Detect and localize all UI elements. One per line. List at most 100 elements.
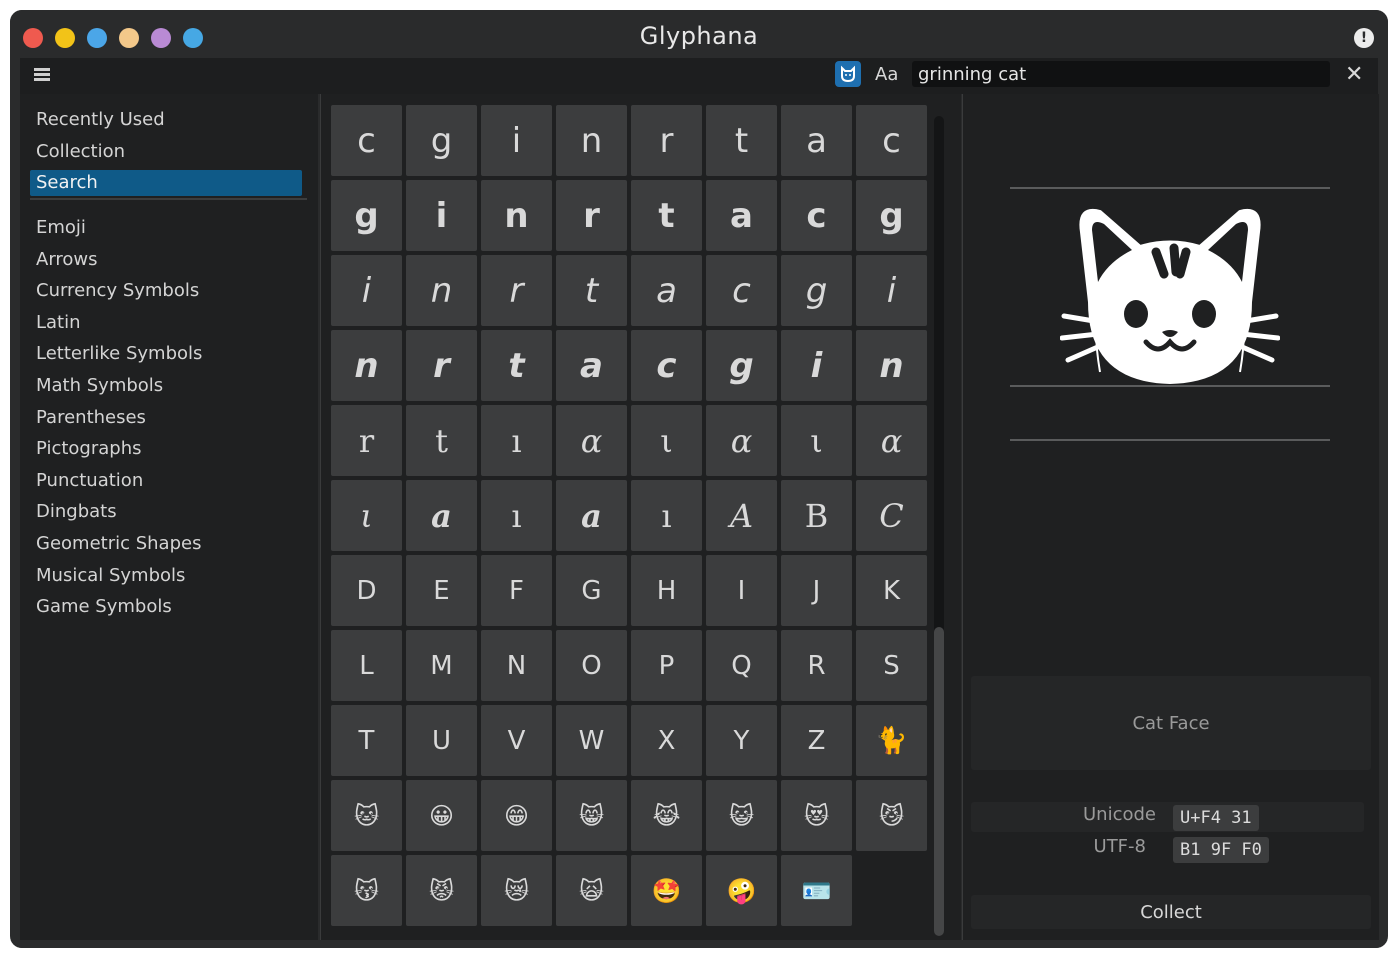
glyph-cell[interactable]: a <box>556 480 627 551</box>
glyph-cell[interactable]: c <box>856 105 927 176</box>
sidebar-item-collection[interactable]: Collection <box>30 139 302 165</box>
sidebar-item-math-symbols[interactable]: Math Symbols <box>30 373 302 399</box>
glyph-cell[interactable]: c <box>631 330 702 401</box>
glyph-cell[interactable]: V <box>481 705 552 776</box>
glyph-cell[interactable]: R <box>781 630 852 701</box>
glyph-cell[interactable]: i <box>331 255 402 326</box>
glyph-cell[interactable]: n <box>331 330 402 401</box>
sidebar-item-recently-used[interactable]: Recently Used <box>30 107 302 133</box>
sidebar-item-game-symbols[interactable]: Game Symbols <box>30 594 302 620</box>
glyph-cell[interactable]: L <box>331 630 402 701</box>
glyph-cell[interactable]: G <box>556 555 627 626</box>
sidebar-item-punctuation[interactable]: Punctuation <box>30 468 302 494</box>
glyph-cell[interactable]: J <box>781 555 852 626</box>
glyph-cell[interactable]: 😻 <box>781 780 852 851</box>
glyph-cell[interactable]: W <box>556 705 627 776</box>
sidebar-item-dingbats[interactable]: Dingbats <box>30 499 302 525</box>
glyph-cell[interactable]: 🐈 <box>856 705 927 776</box>
glyph-cell[interactable]: n <box>856 330 927 401</box>
glyph-cell[interactable]: r <box>331 405 402 476</box>
glyph-cell[interactable]: n <box>406 255 477 326</box>
search-input[interactable] <box>912 61 1330 87</box>
glyph-cell[interactable]: 😿 <box>481 855 552 926</box>
glyph-cell[interactable]: D <box>331 555 402 626</box>
glyph-cell[interactable]: B <box>781 480 852 551</box>
clear-search-icon[interactable]: ✕ <box>1345 62 1363 87</box>
glyph-cell[interactable]: n <box>481 180 552 251</box>
glyph-cell[interactable]: 😽 <box>331 855 402 926</box>
emoji-toggle-button[interactable] <box>835 61 861 87</box>
glyph-cell[interactable]: N <box>481 630 552 701</box>
utf8-value[interactable]: B1 9F F0 <box>1173 837 1269 863</box>
glyph-cell[interactable]: α <box>856 405 927 476</box>
glyph-cell[interactable]: C <box>856 480 927 551</box>
glyph-cell[interactable]: n <box>556 105 627 176</box>
scrollbar-thumb[interactable] <box>934 627 944 936</box>
glyph-cell[interactable]: c <box>331 105 402 176</box>
glyph-cell[interactable]: O <box>556 630 627 701</box>
glyph-cell[interactable]: i <box>481 105 552 176</box>
sidebar-item-musical-symbols[interactable]: Musical Symbols <box>30 563 302 589</box>
glyph-cell[interactable]: g <box>706 330 777 401</box>
glyph-cell[interactable]: K <box>856 555 927 626</box>
glyph-cell[interactable]: E <box>406 555 477 626</box>
glyph-cell[interactable]: 😸 <box>556 780 627 851</box>
glyph-cell[interactable]: ι <box>331 480 402 551</box>
glyph-cell[interactable]: t <box>556 255 627 326</box>
glyph-cell[interactable]: c <box>706 255 777 326</box>
glyph-cell[interactable]: a <box>556 330 627 401</box>
glyph-cell[interactable]: Q <box>706 630 777 701</box>
glyph-cell[interactable]: F <box>481 555 552 626</box>
menu-icon[interactable] <box>34 68 50 82</box>
glyph-cell[interactable]: 😀 <box>406 780 477 851</box>
unicode-value[interactable]: U+F4 31 <box>1173 805 1259 831</box>
glyph-cell[interactable]: i <box>856 255 927 326</box>
glyph-cell[interactable]: X <box>631 705 702 776</box>
glyph-cell[interactable]: I <box>706 555 777 626</box>
glyph-cell[interactable]: S <box>856 630 927 701</box>
glyph-cell[interactable]: ı <box>631 480 702 551</box>
glyph-cell[interactable]: ι <box>631 405 702 476</box>
glyph-cell[interactable]: a <box>631 255 702 326</box>
sidebar-item-geometric-shapes[interactable]: Geometric Shapes <box>30 531 302 557</box>
font-toggle-button[interactable]: Aa <box>875 64 898 85</box>
glyph-cell[interactable]: c <box>781 180 852 251</box>
glyph-cell[interactable]: 😼 <box>856 780 927 851</box>
sidebar-item-emoji[interactable]: Emoji <box>30 215 302 241</box>
sidebar-item-letterlike-symbols[interactable]: Letterlike Symbols <box>30 341 302 367</box>
glyph-cell[interactable]: 🪪 <box>781 855 852 926</box>
glyph-cell[interactable]: ı <box>481 480 552 551</box>
glyph-cell[interactable]: 😾 <box>406 855 477 926</box>
sidebar-item-parentheses[interactable]: Parentheses <box>30 405 302 431</box>
glyph-cell[interactable]: ι <box>781 405 852 476</box>
glyph-cell[interactable]: a <box>781 105 852 176</box>
glyph-cell[interactable]: a <box>706 180 777 251</box>
glyph-cell[interactable]: 😹 <box>631 780 702 851</box>
glyph-cell[interactable]: t <box>406 405 477 476</box>
glyph-cell[interactable]: 🤩 <box>631 855 702 926</box>
glyph-cell[interactable]: U <box>406 705 477 776</box>
sidebar-item-arrows[interactable]: Arrows <box>30 247 302 273</box>
glyph-cell[interactable]: g <box>331 180 402 251</box>
glyph-cell[interactable]: t <box>481 330 552 401</box>
sidebar-item-search[interactable]: Search <box>30 170 302 196</box>
sidebar-item-pictographs[interactable]: Pictographs <box>30 436 302 462</box>
glyph-cell[interactable]: t <box>631 180 702 251</box>
glyph-cell[interactable]: 😁 <box>481 780 552 851</box>
glyph-cell[interactable]: 🤪 <box>706 855 777 926</box>
glyph-cell[interactable]: Y <box>706 705 777 776</box>
glyph-cell[interactable]: g <box>856 180 927 251</box>
glyph-cell[interactable]: A <box>706 480 777 551</box>
glyph-cell[interactable]: g <box>406 105 477 176</box>
glyph-cell[interactable]: ı <box>481 405 552 476</box>
sidebar-item-currency-symbols[interactable]: Currency Symbols <box>30 278 302 304</box>
glyph-cell[interactable]: 😺 <box>706 780 777 851</box>
glyph-cell[interactable]: t <box>706 105 777 176</box>
glyph-cell[interactable]: α <box>706 405 777 476</box>
collect-button[interactable]: Collect <box>971 895 1371 929</box>
sidebar-item-latin[interactable]: Latin <box>30 310 302 336</box>
glyph-cell[interactable]: M <box>406 630 477 701</box>
glyph-cell[interactable]: Z <box>781 705 852 776</box>
glyph-cell[interactable]: 🙀 <box>556 855 627 926</box>
glyph-cell[interactable]: i <box>406 180 477 251</box>
